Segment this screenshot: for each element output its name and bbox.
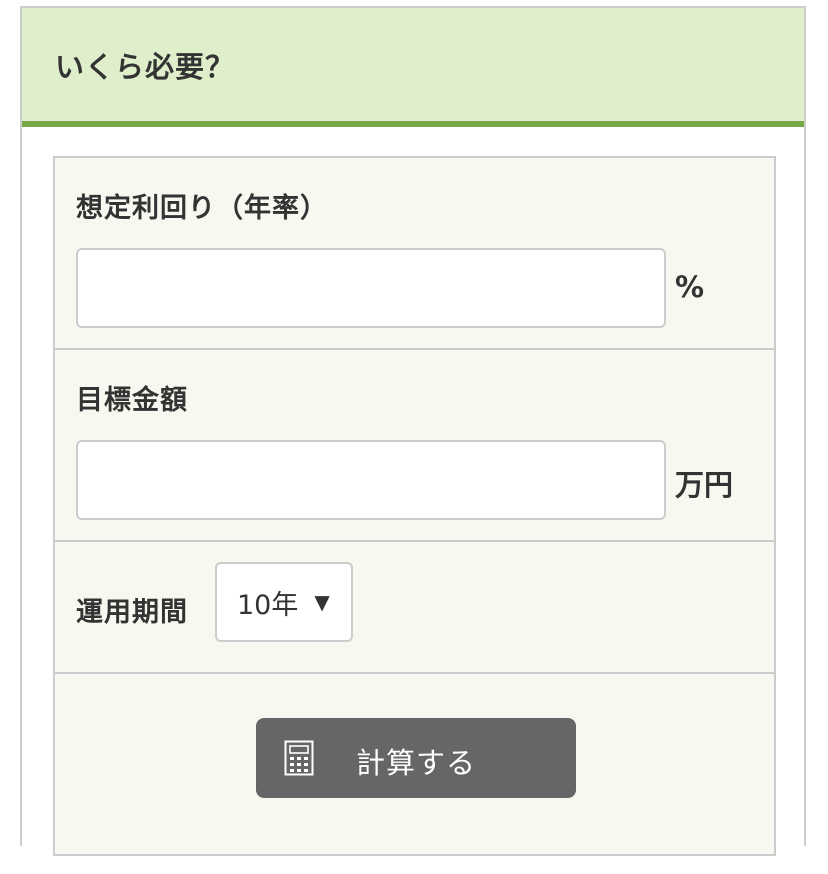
target-amount-input[interactable]	[76, 440, 666, 520]
period-row: 運用期間 10年 ▼	[55, 542, 774, 674]
rate-label: 想定利回り（年率）	[76, 193, 328, 224]
period-select-value: 10年	[237, 589, 299, 621]
target-amount-unit: 万円	[675, 468, 734, 502]
panel-title: いくら必要？	[55, 49, 236, 84]
calculate-button-label: 計算する	[356, 746, 477, 780]
action-row: 計算する	[55, 674, 774, 874]
period-label: 運用期間	[76, 597, 188, 628]
rate-row: 想定利回り（年率） %	[55, 158, 774, 350]
target-row: 目標金額 万円	[55, 350, 774, 542]
calculate-button[interactable]: 計算する	[256, 718, 576, 798]
period-select[interactable]: 10年 ▼	[215, 562, 353, 642]
calculator-icon	[284, 740, 314, 776]
target-amount-label: 目標金額	[76, 385, 188, 416]
panel-header: いくら必要？	[22, 8, 804, 127]
rate-input[interactable]	[76, 248, 666, 328]
calculator-panel: いくら必要？ 想定利回り（年率） % 目標金額 万円 運用期間 10年 ▼ 計算…	[20, 6, 806, 856]
calculator-form: 想定利回り（年率） % 目標金額 万円 運用期間 10年 ▼ 計算する	[53, 156, 776, 856]
rate-unit: %	[675, 270, 705, 304]
triangle-down-icon: ▼	[314, 590, 330, 614]
